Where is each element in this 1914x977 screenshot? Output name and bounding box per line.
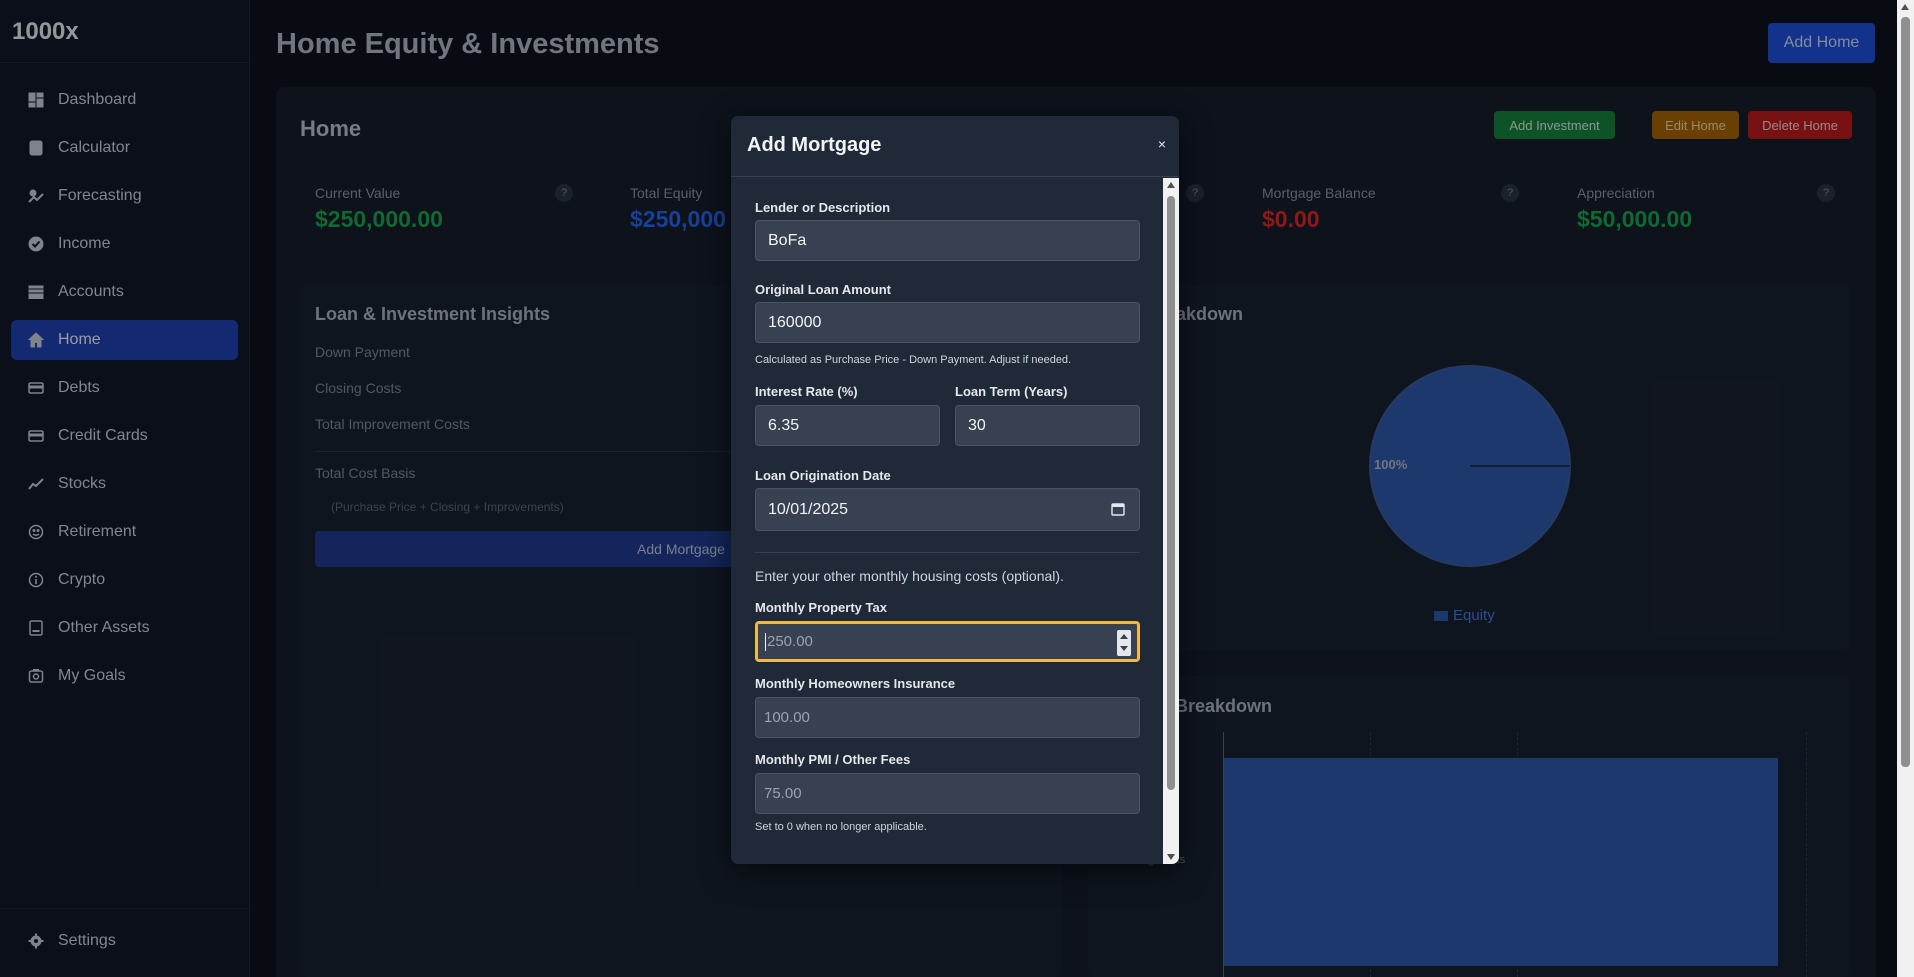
interest-rate-field[interactable]: 6.35 — [755, 405, 940, 446]
modal-scrollbar[interactable] — [1163, 178, 1179, 864]
property-tax-field[interactable]: 250.00 — [755, 621, 1140, 662]
pmi-label: Monthly PMI / Other Fees — [755, 752, 911, 767]
interest-rate-label: Interest Rate (%) — [755, 384, 858, 399]
chevron-up-icon[interactable] — [1120, 634, 1128, 639]
add-mortgage-modal: Add Mortgage × Lender or Description BoF… — [731, 116, 1179, 864]
loan-amount-field[interactable]: 160000 — [755, 302, 1140, 343]
scroll-thumb[interactable] — [1901, 17, 1910, 767]
modal-body: Lender or Description BoFa Original Loan… — [731, 178, 1163, 864]
modal-title: Add Mortgage — [747, 134, 882, 156]
property-tax-placeholder: 250.00 — [767, 633, 813, 650]
loan-amount-hint: Calculated as Purchase Price - Down Paym… — [755, 354, 1072, 366]
loan-term-label: Loan Term (Years) — [955, 384, 1068, 399]
scroll-down-arrow-icon[interactable] — [1167, 854, 1175, 860]
modal-header: Add Mortgage × — [731, 116, 1179, 177]
text-cursor — [765, 632, 766, 651]
insurance-field[interactable]: 100.00 — [755, 697, 1140, 738]
lender-field[interactable]: BoFa — [755, 220, 1140, 261]
pmi-hint: Set to 0 when no longer applicable. — [755, 821, 927, 833]
scroll-thumb[interactable] — [1167, 196, 1175, 790]
calendar-icon[interactable] — [1111, 502, 1125, 521]
scroll-up-arrow-icon[interactable] — [1167, 182, 1175, 188]
loan-term-field[interactable]: 30 — [955, 405, 1140, 446]
property-tax-label: Monthly Property Tax — [755, 600, 887, 615]
chevron-down-icon[interactable] — [1120, 646, 1128, 651]
origination-date-value: 10/01/2025 — [768, 500, 849, 518]
close-icon[interactable]: × — [1158, 136, 1166, 152]
number-stepper[interactable] — [1117, 630, 1131, 656]
lender-label: Lender or Description — [755, 200, 891, 215]
scroll-up-arrow-icon[interactable] — [1901, 4, 1909, 10]
insurance-label: Monthly Homeowners Insurance — [755, 676, 956, 691]
page-scrollbar[interactable] — [1897, 0, 1914, 977]
origination-date-label: Loan Origination Date — [755, 468, 891, 483]
pmi-field[interactable]: 75.00 — [755, 773, 1140, 814]
origination-date-field[interactable]: 10/01/2025 — [755, 488, 1140, 531]
loan-amount-label: Original Loan Amount — [755, 282, 892, 297]
divider — [755, 552, 1140, 553]
other-costs-intro: Enter your other monthly housing costs (… — [755, 568, 1064, 584]
